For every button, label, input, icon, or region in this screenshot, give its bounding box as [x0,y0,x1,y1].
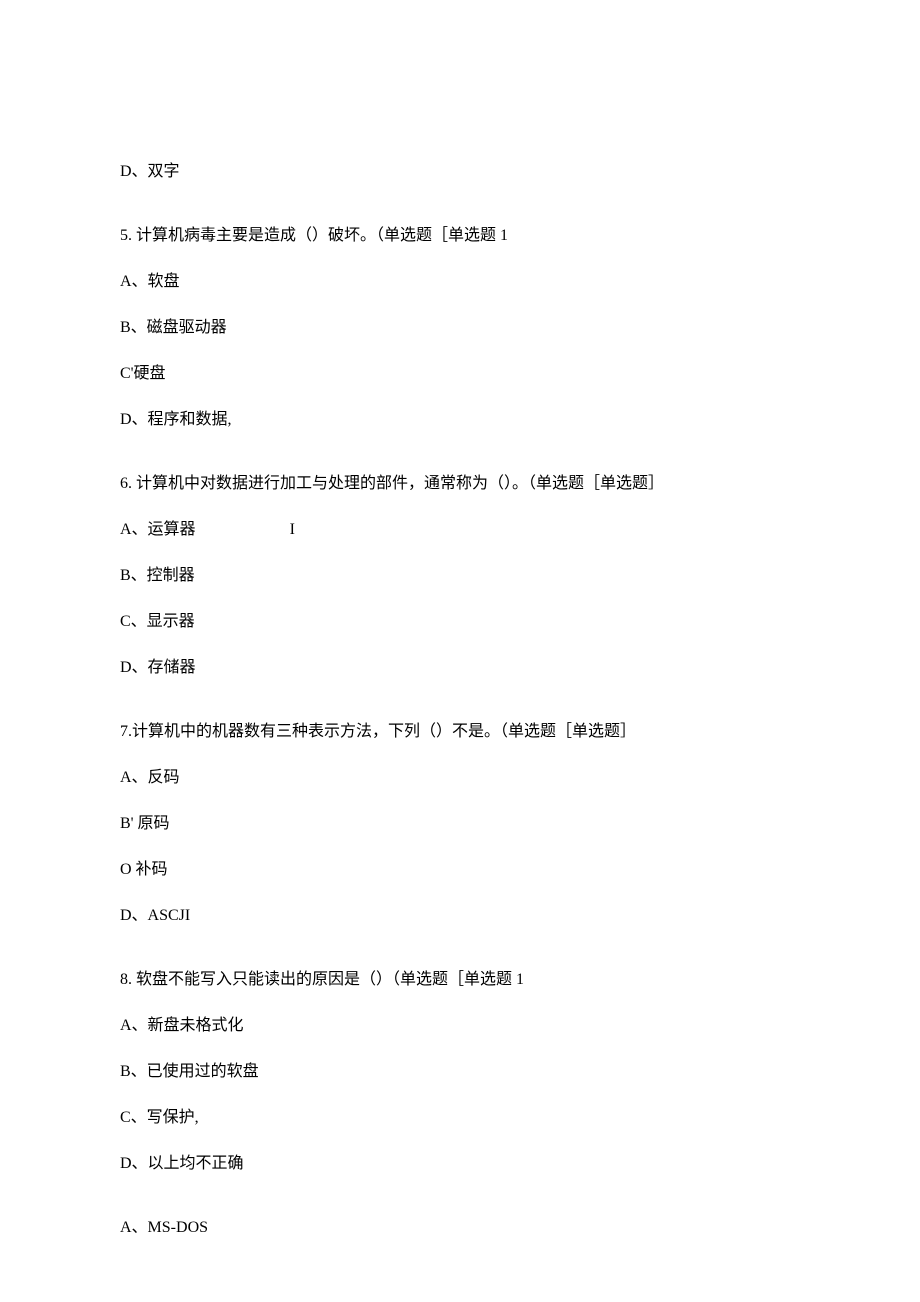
option-line: D、双字 [120,160,800,184]
question-7-option-d: D、ASCJI [120,904,800,928]
question-8-option-b: B、已使用过的软盘 [120,1060,800,1084]
question-6-option-a-extra: I [290,518,295,542]
question-6-option-c: C、显示器 [120,610,800,634]
question-7-option-a: A、反码 [120,766,800,790]
question-6-option-a: A、运算器 [120,518,196,542]
question-8-option-d: D、以上均不正确 [120,1152,800,1176]
question-7-prompt: 7.计算机中的机器数有三种表示方法，下列（）不是。（单选题［单选题］ [120,720,800,744]
question-8-option-c: C、写保护, [120,1106,800,1130]
question-7-option-c: O 补码 [120,858,800,882]
question-5-prompt: 5. 计算机病毒主要是造成（）破坏。（单选题［单选题 1 [120,224,800,248]
question-7-option-b: B' 原码 [120,812,800,836]
question-6-option-b: B、控制器 [120,564,800,588]
trailing-line: A、MS-DOS [120,1216,800,1240]
question-5-option-d: D、程序和数据, [120,408,800,432]
question-5-option-c: C'硬盘 [120,362,800,386]
question-6-prompt: 6. 计算机中对数据进行加工与处理的部件，通常称为（）。（单选题［单选题］ [120,472,800,496]
question-6-option-d: D、存储器 [120,656,800,680]
question-5-option-b: B、磁盘驱动器 [120,316,800,340]
question-8-option-a: A、新盘未格式化 [120,1014,800,1038]
question-6-option-a-line: A、运算器 I [120,518,800,542]
question-5-option-a: A、软盘 [120,270,800,294]
question-8-prompt: 8. 软盘不能写入只能读出的原因是（）（单选题［单选题 1 [120,968,800,992]
